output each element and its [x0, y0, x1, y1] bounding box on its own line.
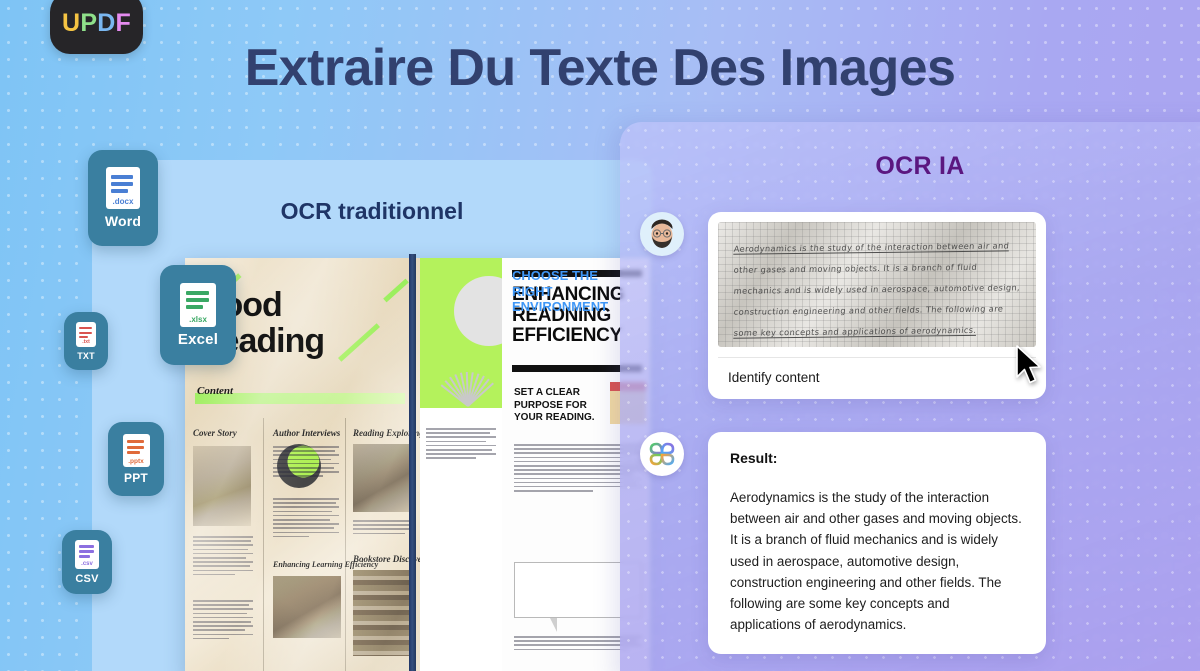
file-extension: .xlsx [189, 314, 207, 324]
handwriting-line-4: construction engineering and other field… [733, 303, 1004, 317]
ai-assistant-avatar [640, 432, 684, 476]
traditional-ocr-title: OCR traditionnel [280, 198, 464, 224]
column-rule-2 [345, 418, 346, 671]
icon-line [111, 188, 128, 193]
magazine-photo-reading [353, 444, 413, 512]
file-card-label: TXT [77, 350, 95, 361]
magazine-content-label: Content [197, 385, 234, 397]
icon-line [78, 550, 95, 553]
column-rule-1 [263, 418, 264, 671]
magazine-photo-cover-story [193, 446, 251, 526]
user-memoji-icon [651, 219, 673, 248]
logo-letter-p: P [80, 8, 98, 37]
icon-line [79, 336, 89, 339]
mouse-cursor-icon [1016, 345, 1041, 384]
file-card-txt[interactable]: .txt TXT [64, 312, 108, 370]
handwritten-note-image: Aerodynamics is the study of the interac… [718, 222, 1036, 347]
file-extension: .csv [81, 560, 93, 567]
logo-letter-d: D [97, 8, 116, 37]
magazine-text-block-4 [273, 498, 339, 538]
decor-slash-2 [338, 323, 380, 362]
magazine-mid-lines [426, 428, 496, 459]
icon-line [185, 305, 204, 310]
file-card-ppt[interactable]: .pptx PPT [108, 422, 164, 496]
magazine-photo-bookstore [353, 570, 415, 656]
result-text: Aerodynamics is the study of the interac… [730, 490, 1022, 633]
magazine-middle-page [420, 258, 502, 671]
ocr-ia-panel: OCR IA Aerodynamics is the study of the … [620, 122, 1200, 671]
handwriting-line-5: some key concepts and applications of ae… [733, 324, 977, 338]
handwriting-line-3: mechanics and is widely used in aerospac… [733, 282, 1021, 296]
user-avatar [640, 212, 684, 256]
file-card-label: Excel [177, 330, 219, 348]
magazine-text-block-5 [353, 520, 415, 535]
icon-line [79, 331, 92, 334]
icon-line [111, 175, 134, 180]
icon-line [78, 545, 95, 548]
result-label: Result: [730, 450, 778, 466]
magazine-text-block-6 [426, 428, 496, 459]
file-card-csv[interactable]: .csv CSV [62, 530, 112, 594]
file-card-label: PPT [124, 470, 148, 485]
page-title: Extraire Du Texte Des Images [244, 39, 956, 97]
icon-line [185, 291, 209, 296]
magazine-pullquote: Set a clear purpose for your reading. [514, 387, 595, 423]
magazine-callout-text: Choose the right environment [512, 268, 609, 315]
logo-letter-u: U [62, 8, 81, 37]
callout-tail [550, 618, 557, 632]
identify-content-label: Identify content [728, 370, 820, 385]
file-extension: .docx [112, 197, 134, 207]
ocr-input-card[interactable]: Aerodynamics is the study of the interac… [708, 212, 1046, 399]
pptx-file-icon: .pptx [122, 433, 150, 467]
ocr-result-card[interactable]: Result: Aerodynamics is the study of the… [708, 432, 1046, 654]
file-extension: .txt [82, 339, 90, 345]
txt-file-icon: .txt [76, 321, 96, 347]
file-extension: .pptx [128, 457, 144, 465]
icon-line [126, 440, 145, 444]
updf-logo: U P D F [50, 0, 143, 54]
file-card-label: CSV [75, 572, 99, 585]
file-card-word[interactable]: .docx Word [88, 150, 158, 246]
file-card-excel[interactable]: .xlsx Excel [160, 265, 236, 365]
ocr-ia-title: OCR IA [875, 152, 965, 180]
magazine-spread-image: Good Reading Content Cover Story Author … [185, 258, 650, 671]
icon-line [126, 445, 145, 449]
magazine-section-author-interviews: Author Interviews [273, 428, 341, 438]
magazine-photo-learning [273, 576, 341, 638]
updf-ai-clover-icon [649, 442, 675, 466]
magazine-text-block-1 [193, 536, 253, 576]
magazine-text-block-2 [193, 600, 253, 640]
csv-file-icon: .csv [75, 539, 99, 569]
icon-line [78, 555, 91, 558]
handwriting-line-1: Aerodynamics is the study of the interac… [733, 240, 1010, 254]
icon-line [79, 327, 92, 330]
docx-file-icon: .docx [106, 167, 140, 209]
file-card-label: Word [104, 213, 142, 229]
magazine-text-block-3 [273, 446, 339, 477]
open-book-illustration [434, 350, 500, 408]
logo-letter-f: F [115, 8, 131, 37]
icon-line [111, 182, 134, 186]
decor-slash-3 [383, 278, 409, 303]
icon-line [185, 298, 209, 303]
xlsx-file-icon: .xlsx [180, 282, 216, 327]
magazine-spine-divider [409, 254, 416, 671]
icon-line [126, 451, 140, 455]
magazine-section-cover-story: Cover Story [193, 428, 237, 438]
handwriting-line-2: other gases and moving objects. It is a … [733, 261, 978, 275]
card-divider [718, 357, 1036, 358]
